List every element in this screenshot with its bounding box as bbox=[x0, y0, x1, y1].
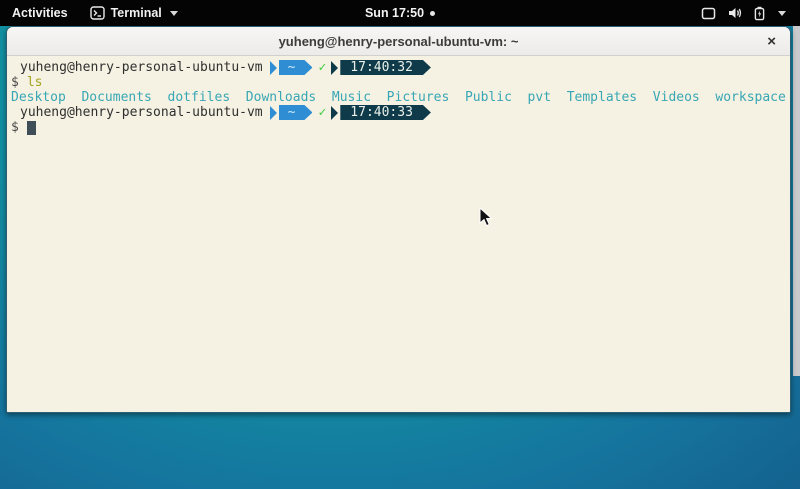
prompt-line: yuheng@henry-personal-ubuntu-vm ~ ✓ 17:4… bbox=[7, 60, 790, 75]
prompt-user: yuheng@henry-personal-ubuntu-vm bbox=[20, 60, 263, 75]
prompt-line: yuheng@henry-personal-ubuntu-vm ~ ✓ 17:4… bbox=[7, 105, 790, 120]
prompt-path-segment: ~ bbox=[279, 105, 313, 120]
app-menu-button[interactable]: Terminal bbox=[80, 0, 188, 26]
background-window-edge bbox=[793, 26, 800, 376]
prompt-user: yuheng@henry-personal-ubuntu-vm bbox=[20, 105, 263, 120]
system-status-menu[interactable] bbox=[693, 0, 794, 26]
terminal-screen[interactable]: yuheng@henry-personal-ubuntu-vm ~ ✓ 17:4… bbox=[7, 56, 790, 412]
prompt-symbol: $ bbox=[11, 120, 19, 135]
status-check-icon: ✓ bbox=[318, 105, 326, 120]
top-bar: Activities Terminal Sun 17:50 bbox=[0, 0, 800, 26]
activities-button[interactable]: Activities bbox=[0, 0, 80, 26]
chevron-down-icon bbox=[778, 11, 786, 16]
powerline-arrow-icon bbox=[331, 61, 338, 75]
prompt-time-segment: 17:40:33 bbox=[340, 105, 431, 120]
close-button[interactable]: × bbox=[767, 27, 776, 55]
prompt-path-segment: ~ bbox=[279, 60, 313, 75]
terminal-window: yuheng@henry-personal-ubuntu-vm: ~ × yuh… bbox=[6, 26, 791, 413]
powerline-arrow-icon bbox=[331, 106, 338, 120]
command-text: ls bbox=[27, 75, 43, 90]
output-line: Desktop Documents dotfiles Downloads Mus… bbox=[7, 90, 790, 105]
app-menu-label: Terminal bbox=[111, 6, 162, 20]
command-line: $ ls bbox=[7, 75, 790, 90]
status-check-icon: ✓ bbox=[318, 60, 326, 75]
screen-icon bbox=[701, 7, 716, 20]
directory-list: Desktop Documents dotfiles Downloads Mus… bbox=[11, 90, 786, 105]
battery-charging-icon bbox=[754, 6, 765, 21]
terminal-icon bbox=[90, 6, 105, 20]
powerline-arrow-icon bbox=[270, 106, 277, 120]
clock-button[interactable]: Sun 17:50 bbox=[365, 6, 435, 20]
clock-label: Sun 17:50 bbox=[365, 6, 424, 20]
chevron-down-icon bbox=[170, 11, 178, 16]
activities-label: Activities bbox=[12, 6, 68, 20]
window-titlebar[interactable]: yuheng@henry-personal-ubuntu-vm: ~ × bbox=[7, 27, 790, 56]
volume-icon bbox=[727, 6, 743, 20]
terminal-cursor bbox=[27, 121, 36, 135]
prompt-time-segment: 17:40:32 bbox=[340, 60, 431, 75]
input-line: $ bbox=[7, 120, 790, 135]
powerline-arrow-icon bbox=[270, 61, 277, 75]
window-title: yuheng@henry-personal-ubuntu-vm: ~ bbox=[279, 34, 519, 49]
prompt-symbol: $ bbox=[11, 75, 19, 90]
notification-dot bbox=[430, 11, 435, 16]
